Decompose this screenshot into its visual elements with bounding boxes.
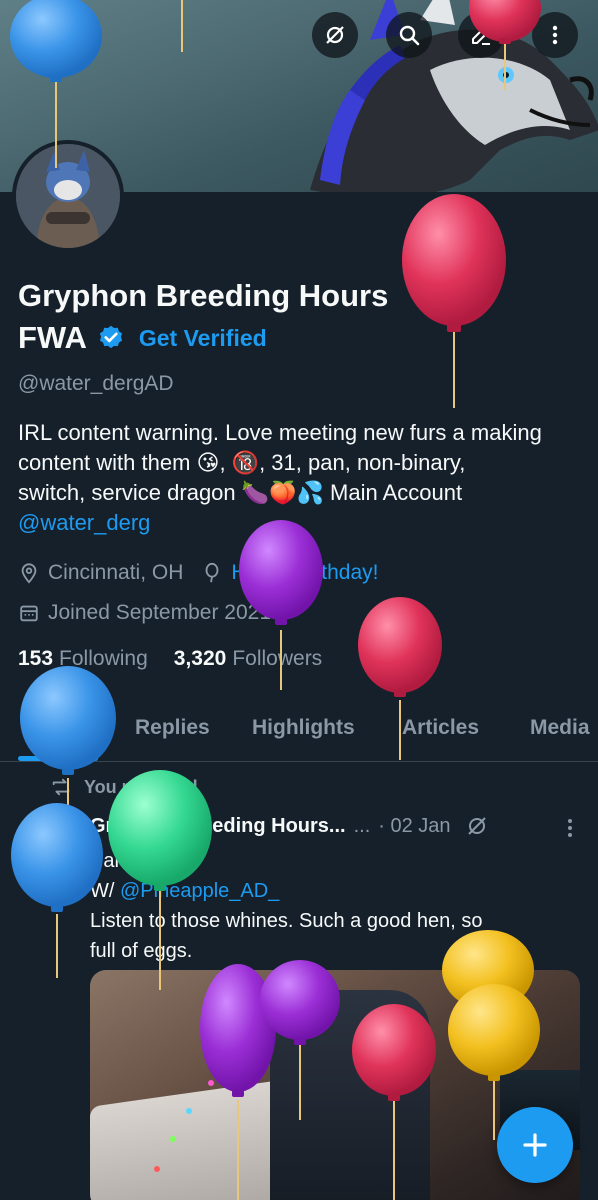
media-figure bbox=[270, 990, 430, 1200]
balloon-icon bbox=[205, 562, 219, 583]
profile-name-row: FWA Get Verified bbox=[18, 318, 267, 358]
profile-location: Cincinnati, OH bbox=[48, 561, 184, 584]
post-author-name[interactable]: Gryphon Breeding Hours... bbox=[90, 815, 346, 838]
following-count: 153 bbox=[18, 647, 54, 670]
post-mention-link[interactable]: @Pineapple_AD_ bbox=[120, 880, 279, 902]
active-tab-indicator bbox=[18, 756, 98, 761]
profile-name: Gryphon Breeding Hours bbox=[18, 278, 389, 313]
more-button[interactable] bbox=[532, 12, 578, 58]
search-button[interactable] bbox=[386, 12, 432, 58]
verified-badge-icon[interactable] bbox=[97, 324, 125, 352]
profile-name-suffix: FWA bbox=[18, 320, 87, 355]
bio-line: switch, service dragon 🍆🍑💦 Main Account bbox=[18, 480, 463, 505]
post-line-prefix: W/ bbox=[90, 880, 120, 902]
get-verified-link[interactable]: Get Verified bbox=[139, 325, 267, 352]
post-line: Part 3 bbox=[90, 850, 144, 872]
post-header: Gryphon Breeding Hours... ... · 02 Jan bbox=[90, 814, 489, 838]
tab-media[interactable]: Media bbox=[530, 716, 590, 740]
repost-label: You reposted bbox=[84, 776, 198, 797]
profile-joined: Joined September 2021 bbox=[48, 601, 271, 624]
bio-mention-link[interactable]: @water_derg bbox=[18, 508, 588, 538]
back-button[interactable] bbox=[18, 12, 64, 58]
post-line: Listen to those whines. Such a good hen,… bbox=[90, 910, 483, 932]
post-date[interactable]: · 02 Jan bbox=[378, 815, 450, 838]
grok-icon[interactable] bbox=[465, 814, 489, 838]
tab-posts[interactable]: Posts bbox=[26, 716, 83, 740]
profile-tabs: Posts Replies Highlights Articles Media bbox=[0, 700, 598, 762]
followers-count: 3,320 bbox=[173, 647, 227, 670]
post-line: W/ @Pineapple_AD_ bbox=[90, 876, 580, 906]
edit-button[interactable] bbox=[458, 12, 504, 58]
more-vertical-icon[interactable] bbox=[558, 816, 582, 840]
tab-replies[interactable]: Replies bbox=[135, 716, 210, 740]
avatar-photo bbox=[16, 144, 120, 248]
media-light bbox=[186, 1108, 192, 1114]
post-author-avatar[interactable] bbox=[18, 808, 78, 868]
bio-line: content with them 😘, 🔞, 31, pan, non-bin… bbox=[18, 450, 466, 475]
bio-line: IRL content warning. Love meeting new fu… bbox=[18, 420, 542, 445]
media-light bbox=[154, 1166, 160, 1172]
more-vertical-icon bbox=[552, 25, 558, 45]
edit-icon bbox=[472, 27, 490, 45]
calendar-icon bbox=[20, 605, 38, 622]
tab-highlights[interactable]: Highlights bbox=[252, 716, 355, 740]
plus-icon bbox=[523, 1133, 547, 1157]
arrow-left-icon bbox=[31, 26, 51, 44]
following-stat[interactable]: 153 Following bbox=[18, 647, 148, 671]
profile-meta-row: Cincinnati, OH Happy birthday! bbox=[18, 561, 378, 585]
profile-bio: IRL content warning. Love meeting new fu… bbox=[18, 418, 588, 538]
grok-button[interactable] bbox=[312, 12, 358, 58]
media-light bbox=[170, 1136, 176, 1142]
post-author-handle: ... bbox=[353, 814, 371, 837]
repost-context: You reposted bbox=[50, 776, 198, 798]
profile-joined-row[interactable]: Joined September 2021 bbox=[18, 601, 307, 625]
repost-icon bbox=[52, 778, 70, 796]
location-pin-icon bbox=[21, 563, 37, 584]
following-label: Following bbox=[59, 647, 148, 670]
grok-icon bbox=[326, 26, 344, 44]
balloon bbox=[358, 597, 442, 697]
profile-avatar[interactable] bbox=[12, 140, 124, 252]
post-line: full of eggs. bbox=[90, 940, 193, 962]
profile-handle: @water_dergAD bbox=[18, 372, 174, 395]
profile-birthday[interactable]: Happy birthday! bbox=[231, 561, 378, 585]
followers-label: Followers bbox=[232, 647, 323, 670]
search-icon bbox=[399, 25, 420, 46]
media-light bbox=[208, 1080, 214, 1086]
chevron-right-icon bbox=[286, 606, 295, 620]
tab-articles[interactable]: Articles bbox=[402, 716, 479, 740]
followers-stat[interactable]: 3,320 Followers bbox=[174, 647, 322, 671]
post-body: Part 3 W/ @Pineapple_AD_ Listen to those… bbox=[90, 846, 580, 966]
follow-stats: 153 Following 3,320 Followers bbox=[18, 647, 322, 671]
compose-button[interactable] bbox=[497, 1107, 573, 1183]
